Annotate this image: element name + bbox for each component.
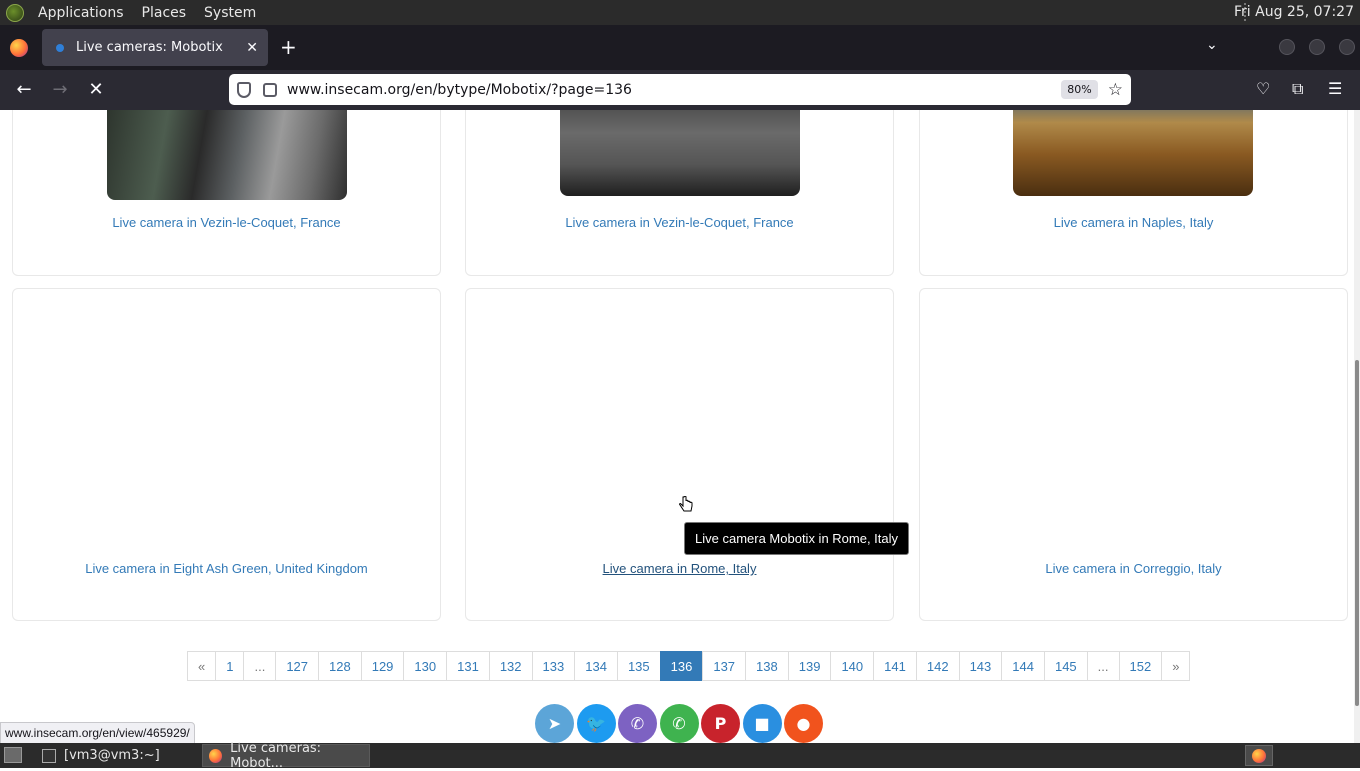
camera-thumbnail[interactable] xyxy=(560,110,800,196)
system-menu[interactable]: System xyxy=(200,5,260,21)
page-content: Live camera in Vezin-le-Coquet, France L… xyxy=(0,110,1355,743)
pagination-ellipsis: ... xyxy=(243,651,277,681)
pagination-page[interactable]: 134 xyxy=(574,651,618,681)
pagination-page[interactable]: 130 xyxy=(403,651,448,681)
reddit-share-icon[interactable]: ● xyxy=(784,704,823,743)
new-tab-button[interactable]: + xyxy=(280,35,297,59)
maximize-button[interactable] xyxy=(1309,39,1325,55)
camera-link[interactable]: Live camera in Naples, Italy xyxy=(920,215,1347,230)
pagination-page[interactable]: 135 xyxy=(616,651,661,681)
clock[interactable]: Fri Aug 25, 07:27 xyxy=(1234,4,1354,20)
camera-thumbnail[interactable] xyxy=(107,110,347,200)
show-desktop-icon[interactable] xyxy=(4,747,22,763)
camera-card: Live camera in Correggio, Italy xyxy=(919,288,1348,621)
pagination-page[interactable]: 145 xyxy=(1043,651,1088,681)
telegram-share-icon[interactable]: ➤ xyxy=(535,704,574,743)
status-bar-url: www.insecam.org/en/view/465929/ xyxy=(0,722,195,744)
tab-bar: Live cameras: Mobotix ✕ + ⌄ xyxy=(0,25,1360,70)
pagination-page[interactable]: 142 xyxy=(915,651,960,681)
pagination: «1... 127 128 129 130 131 132 133 134 135 136 137 13… xyxy=(187,651,1191,681)
camera-card: Live camera in Naples, Italy xyxy=(919,110,1348,276)
camera-link[interactable]: Live camera in Rome, Italy xyxy=(466,561,893,576)
pagination-page[interactable]: 140 xyxy=(830,651,875,681)
camera-card: Live camera in Rome, Italy xyxy=(465,288,894,621)
camera-card: Live camera in Vezin-le-Coquet, France xyxy=(12,110,441,276)
tray-firefox-icon[interactable] xyxy=(1245,745,1273,766)
extensions-icon[interactable]: ⧉ xyxy=(1292,79,1303,99)
tab-title: Live cameras: Mobotix xyxy=(76,40,223,55)
pocket-icon[interactable]: ♡ xyxy=(1256,79,1270,98)
link-tooltip: Live camera Mobotix in Rome, Italy xyxy=(684,522,910,555)
pagination-page[interactable]: 139 xyxy=(787,651,832,681)
top-panel: Applications Places System Fri Aug 25, 0… xyxy=(0,0,1360,25)
pagination-page[interactable]: 1 xyxy=(215,651,245,681)
share-buttons: ➤ 🐦 ✆ ✆ P ■ ● xyxy=(535,704,826,743)
stop-loading-icon[interactable]: ✕ xyxy=(84,79,108,100)
camera-card: Live camera in Vezin-le-Coquet, France xyxy=(465,110,894,276)
bottom-taskbar: [vm3@vm3:~] Live cameras: Mobot... xyxy=(0,741,1360,771)
tab-favicon-icon xyxy=(56,43,64,52)
tab-live-cameras[interactable]: Live cameras: Mobotix ✕ xyxy=(42,29,268,66)
pagination-page[interactable]: 137 xyxy=(702,651,747,681)
pagination-page[interactable]: 129 xyxy=(360,651,405,681)
taskbar-firefox-label: Live cameras: Mobot... xyxy=(230,740,322,771)
pagination-page[interactable]: 132 xyxy=(488,651,533,681)
viber-share-icon[interactable]: ✆ xyxy=(618,704,657,743)
tab-close-icon[interactable]: ✕ xyxy=(246,40,258,56)
taskbar-terminal[interactable]: [vm3@vm3:~] xyxy=(36,744,196,767)
pagination-page[interactable]: 127 xyxy=(275,651,320,681)
delicious-share-icon[interactable]: ■ xyxy=(742,704,782,743)
insecure-lock-icon[interactable] xyxy=(263,82,277,97)
bookmark-star-icon[interactable]: ☆ xyxy=(1108,80,1123,100)
firefox-icon xyxy=(209,748,223,763)
camera-link[interactable]: Live camera in Correggio, Italy xyxy=(920,561,1347,576)
pagination-page[interactable]: 152 xyxy=(1118,651,1163,681)
page-scrollbar[interactable] xyxy=(1354,110,1360,743)
applications-menu[interactable]: Applications xyxy=(34,5,128,21)
url-text[interactable]: www.insecam.org/en/bytype/Mobotix/?page=… xyxy=(287,82,1061,98)
forward-arrow-icon[interactable]: → xyxy=(48,79,72,100)
list-all-tabs-chevron-icon[interactable]: ⌄ xyxy=(1206,37,1218,53)
whatsapp-share-icon[interactable]: ✆ xyxy=(659,704,699,743)
scrollbar-thumb[interactable] xyxy=(1355,360,1359,706)
pagination-page[interactable]: 131 xyxy=(446,651,490,681)
firefox-icon xyxy=(10,39,28,57)
pagination-prev[interactable]: « xyxy=(187,651,217,681)
camera-link[interactable]: Live camera in Vezin-le-Coquet, France xyxy=(13,215,440,230)
navigation-toolbar: ← → ✕ www.insecam.org/en/bytype/Mobotix/… xyxy=(0,70,1360,110)
terminal-icon xyxy=(42,748,56,763)
pagination-next[interactable]: » xyxy=(1161,651,1191,681)
url-bar[interactable]: www.insecam.org/en/bytype/Mobotix/?page=… xyxy=(229,74,1131,105)
pagination-page[interactable]: 144 xyxy=(1001,651,1045,681)
twitter-share-icon[interactable]: 🐦 xyxy=(576,704,616,743)
pagination-page[interactable]: 141 xyxy=(873,651,917,681)
pagination-page[interactable]: 133 xyxy=(531,651,576,681)
pinterest-share-icon[interactable]: P xyxy=(701,704,740,743)
back-arrow-icon[interactable]: ← xyxy=(12,79,36,100)
zoom-level-badge[interactable]: 80% xyxy=(1061,80,1098,99)
hamburger-menu-icon[interactable]: ☰ xyxy=(1328,79,1342,98)
taskbar-terminal-label: [vm3@vm3:~] xyxy=(64,748,160,763)
places-menu[interactable]: Places xyxy=(138,5,191,21)
tracking-shield-icon[interactable] xyxy=(237,81,251,98)
pagination-ellipsis: ... xyxy=(1086,651,1120,681)
camera-link[interactable]: Live camera in Vezin-le-Coquet, France xyxy=(466,215,893,230)
pagination-page[interactable]: 138 xyxy=(745,651,789,681)
pagination-page[interactable]: 136 xyxy=(659,651,704,681)
camera-card: Live camera in Eight Ash Green, United K… xyxy=(12,288,441,621)
close-window-button[interactable] xyxy=(1339,39,1355,55)
camera-link[interactable]: Live camera in Eight Ash Green, United K… xyxy=(13,561,440,576)
hand-cursor-icon xyxy=(679,496,693,512)
pagination-page[interactable]: 143 xyxy=(958,651,1003,681)
camera-thumbnail[interactable] xyxy=(1013,110,1253,196)
taskbar-firefox[interactable]: Live cameras: Mobot... xyxy=(202,741,370,771)
minimize-button[interactable] xyxy=(1279,39,1295,55)
distro-logo-icon[interactable] xyxy=(6,3,24,22)
pagination-page[interactable]: 128 xyxy=(318,651,362,681)
